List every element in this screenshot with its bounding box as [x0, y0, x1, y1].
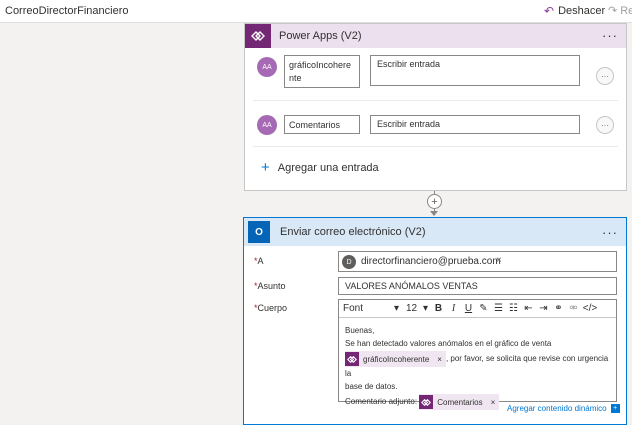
- add-dynamic-content-link[interactable]: Agregar contenido dinámico +: [507, 404, 620, 413]
- font-size-dropdown[interactable]: 12 ▾: [403, 300, 431, 318]
- plus-icon: +: [261, 159, 270, 176]
- rich-text-toolbar: Font ▾ 12 ▾ B I U ✎ ☰ ☷ ⇤ ⇥ ⚭ ⚮ </>: [339, 300, 616, 318]
- powerapps-card-title: Power Apps (V2): [279, 30, 362, 42]
- text-color-icon[interactable]: ✎: [476, 300, 491, 318]
- flow-name: CorreoDirectorFinanciero: [5, 5, 129, 17]
- font-size-value: 12: [406, 303, 418, 314]
- chevron-down-icon: ▾: [393, 303, 399, 314]
- send-email-card-menu-button[interactable]: ···: [602, 225, 618, 240]
- powerapps-icon: [419, 395, 434, 409]
- remove-recipient-button[interactable]: ×: [496, 255, 502, 266]
- connector-arrow: [430, 211, 438, 216]
- font-value: Font: [343, 303, 364, 314]
- send-email-card-title: Enviar correo electrónico (V2): [280, 226, 426, 238]
- undo-button[interactable]: ↶ Deshacer: [544, 4, 605, 18]
- body-line: gráficoIncoherente × , por favor, se sol…: [345, 351, 613, 380]
- powerapps-card-menu-button[interactable]: ···: [602, 28, 618, 43]
- recipient-email: directorfinanciero@prueba.com: [361, 256, 501, 267]
- body-line: Se han detectado valores anómalos en el …: [345, 339, 552, 348]
- entry-row: AA gráficoIncoherente Escribir entrada ·…: [253, 55, 618, 89]
- font-dropdown[interactable]: Font ▾: [339, 300, 403, 318]
- link-icon[interactable]: ⚭: [551, 300, 566, 318]
- entry-value-field[interactable]: Escribir entrada: [370, 115, 580, 134]
- italic-icon[interactable]: I: [446, 300, 461, 318]
- outlook-icon: O: [248, 221, 270, 243]
- add-dynamic-content-label: Agregar contenido dinámico: [507, 404, 607, 413]
- entry-menu-button[interactable]: ···: [596, 116, 614, 134]
- undo-icon: ↶: [544, 4, 555, 18]
- text-input-avatar: AA: [257, 115, 277, 135]
- dynamic-token[interactable]: Comentarios ×: [419, 394, 500, 410]
- remove-token-button[interactable]: ×: [437, 353, 442, 366]
- bulleted-list-icon[interactable]: ☰: [491, 300, 506, 318]
- add-entry-label: Agregar una entrada: [277, 162, 379, 174]
- dynamic-token[interactable]: gráficoIncoherente ×: [345, 351, 446, 367]
- token-label: Comentarios: [437, 397, 483, 407]
- body-text-fragment: Comentario adjunto:: [345, 397, 418, 407]
- body-line: base de datos.: [345, 382, 398, 391]
- numbered-list-icon[interactable]: ☷: [506, 300, 521, 318]
- add-dynamic-content-icon: +: [610, 404, 620, 413]
- recipient-avatar: D: [342, 255, 356, 269]
- top-bar: CorreoDirectorFinanciero ↶ Deshacer ↷ Re: [0, 0, 632, 23]
- body-content: Buenas, Se han detectado valores anómalo…: [345, 324, 613, 410]
- powerapps-trigger-card: Power Apps (V2) ··· AA gráficoIncoherent…: [244, 23, 627, 191]
- subject-label: *Asunto: [254, 281, 286, 291]
- insert-step-button[interactable]: +: [427, 194, 442, 209]
- entry-name-field[interactable]: Comentarios: [284, 115, 360, 134]
- increase-indent-icon[interactable]: ⇥: [536, 300, 551, 318]
- powerapps-card-header[interactable]: Power Apps (V2) ···: [245, 24, 626, 48]
- code-view-icon[interactable]: </>: [581, 300, 599, 318]
- undo-label: Deshacer: [558, 5, 606, 17]
- to-label: *A: [254, 256, 264, 266]
- powerapps-icon: [245, 24, 271, 48]
- entry-name-field[interactable]: gráficoIncoherente: [284, 55, 360, 88]
- to-field[interactable]: D directorfinanciero@prueba.com ×: [338, 251, 617, 272]
- remove-token-button[interactable]: ×: [491, 396, 496, 409]
- send-email-card: O Enviar correo electrónico (V2) ··· *A …: [243, 217, 627, 425]
- entry-value-field[interactable]: Escribir entrada: [370, 55, 580, 86]
- text-input-avatar: AA: [257, 57, 277, 77]
- entry-menu-button[interactable]: ···: [596, 67, 614, 85]
- redo-label: Re: [620, 4, 632, 17]
- underline-icon[interactable]: U: [461, 300, 476, 318]
- send-email-card-header[interactable]: O Enviar correo electrónico (V2) ···: [244, 218, 626, 246]
- entry-row: AA Comentarios Escribir entrada ···: [253, 115, 618, 135]
- token-label: gráficoIncoherente: [363, 354, 430, 364]
- bold-icon[interactable]: B: [431, 300, 446, 318]
- divider: [253, 146, 618, 147]
- chevron-down-icon: ▾: [422, 303, 428, 314]
- powerapps-icon: [345, 352, 359, 366]
- add-entry-button[interactable]: + Agregar una entrada: [261, 159, 379, 176]
- body-label: *Cuerpo: [254, 303, 288, 313]
- decrease-indent-icon[interactable]: ⇤: [521, 300, 536, 318]
- unlink-icon[interactable]: ⚮: [566, 300, 581, 318]
- redo-icon: ↷: [608, 5, 618, 17]
- redo-button[interactable]: ↷ Re: [608, 4, 632, 18]
- subject-field[interactable]: VALORES ANÓMALOS VENTAS: [338, 277, 617, 295]
- body-editor[interactable]: Font ▾ 12 ▾ B I U ✎ ☰ ☷ ⇤ ⇥ ⚭ ⚮ </> Buen…: [338, 299, 617, 410]
- divider: [253, 100, 618, 101]
- body-line: Buenas,: [345, 326, 375, 335]
